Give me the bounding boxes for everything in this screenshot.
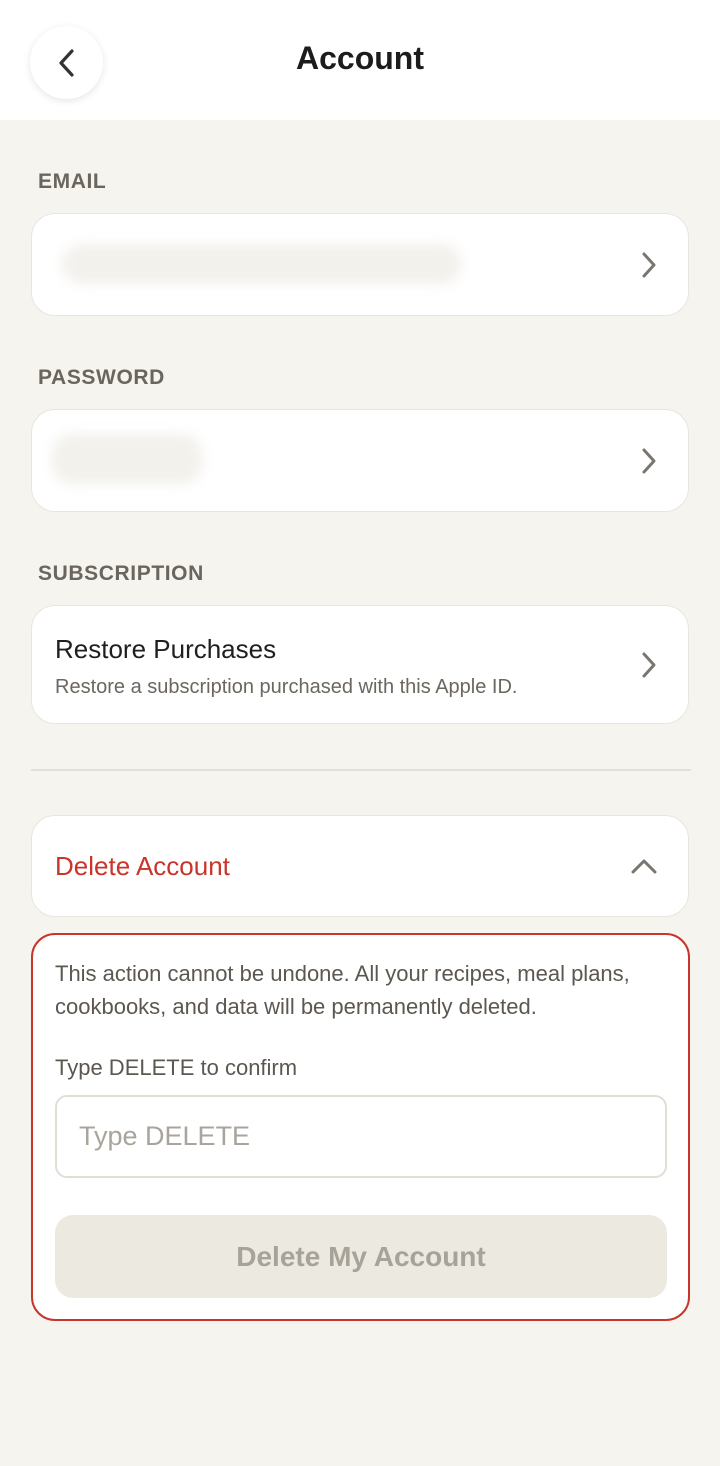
restore-purchases-title: Restore Purchases (55, 634, 277, 664)
password-row[interactable] (31, 409, 689, 512)
restore-purchases-row[interactable]: Restore Purchases Restore a subscription… (31, 605, 689, 724)
delete-my-account-button[interactable]: Delete My Account (55, 1215, 667, 1298)
chevron-right-icon (642, 252, 656, 277)
delete-account-toggle[interactable]: Delete Account (31, 815, 689, 917)
delete-account-label: Delete Account (55, 851, 230, 881)
subscription-section-label: SUBSCRIPTION (38, 562, 204, 585)
delete-account-panel: This action cannot be undone. All your r… (31, 933, 690, 1321)
chevron-right-icon (642, 652, 656, 677)
delete-confirm-input[interactable] (55, 1095, 667, 1178)
email-section-label: EMAIL (38, 170, 107, 193)
delete-warning-text: This action cannot be undone. All your r… (55, 961, 630, 1019)
chevron-up-icon (631, 859, 657, 874)
chevron-right-icon (642, 448, 656, 473)
confirm-label: Type DELETE to confirm (55, 1055, 298, 1080)
redacted-email (62, 244, 462, 284)
page-title: Account (296, 40, 424, 76)
redacted-password (52, 434, 202, 484)
top-bar: Account (0, 0, 720, 120)
restore-purchases-subtitle: Restore a subscription purchased with th… (55, 676, 518, 698)
section-divider (31, 769, 691, 771)
password-section-label: PASSWORD (38, 366, 165, 389)
email-row[interactable] (31, 213, 689, 316)
